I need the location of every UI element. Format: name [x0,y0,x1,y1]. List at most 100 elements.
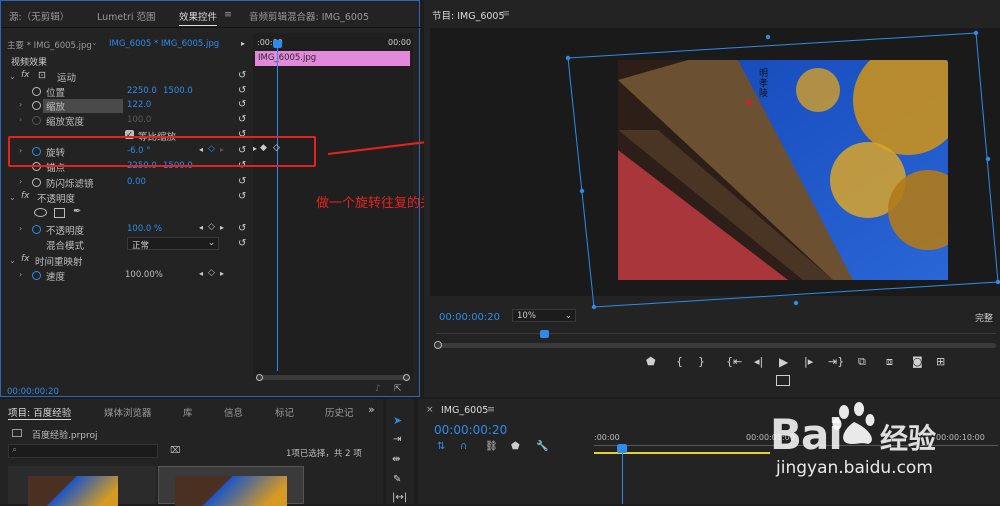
linked-selection-icon[interactable]: ⛓ [485,441,498,452]
play-icon[interactable]: ▸ [241,39,245,48]
fx-icon[interactable]: fx [21,191,30,201]
timeline-playhead[interactable] [617,444,627,453]
master-clip-label[interactable]: 主要 * IMG_6005.jpg [7,39,92,51]
tab-libraries[interactable]: 库 [183,405,193,419]
add-keyframe-icon[interactable]: ◇ [208,222,215,232]
playhead-line[interactable] [277,41,278,371]
scroll-handle-right[interactable] [403,374,410,381]
tab-markers[interactable]: 标记 [275,405,294,419]
overwrite-icon[interactable]: ⧈ [886,355,893,369]
expand-arrow-icon[interactable]: ⌄ [9,72,16,81]
speed-value[interactable]: 100.00% [125,270,163,280]
add-marker-icon[interactable]: ⬟ [646,355,656,368]
panel-menu-icon[interactable]: ≡ [224,9,232,20]
new-bin-icon[interactable]: ⌧ [170,446,180,456]
transform-icon[interactable]: ⊡ [38,70,46,81]
ellipse-mask-icon[interactable] [34,208,47,217]
razor-tool-icon[interactable]: ✎ [393,474,401,485]
pen-mask-icon[interactable]: ✒ [73,206,81,217]
step-forward-icon[interactable]: |▸ [804,355,813,368]
tab-audio-mixer[interactable]: 音频剪辑混合器: IMG_6005 [249,9,369,23]
expand-arrow-icon[interactable]: › [19,177,22,186]
close-tab-icon[interactable]: × [426,405,434,415]
program-scrollbar[interactable] [436,343,996,348]
scroll-handle-left[interactable] [434,341,442,349]
magnet-icon[interactable]: ∩ [460,441,467,452]
chevron-down-icon[interactable]: ⌄ [91,38,98,47]
snap-icon[interactable]: ⇅ [437,441,445,452]
prev-keyframe-icon[interactable]: ◂ [199,269,203,278]
ripple-edit-tool-icon[interactable]: ⇹ [392,454,400,465]
project-item-selected[interactable] [158,466,304,506]
project-item[interactable] [8,466,156,506]
stopwatch-icon[interactable] [32,271,41,280]
tab-project[interactable]: 项目: 百度经验 [8,405,72,420]
add-marker-icon[interactable]: ⬟ [511,441,520,452]
stopwatch-icon[interactable] [32,87,41,96]
tab-info[interactable]: 信息 [224,405,243,419]
program-timecode[interactable]: 00:00:00:20 [439,312,500,323]
tab-lumetri[interactable]: Lumetri 范围 [97,9,156,23]
export-icon[interactable]: ⇱ [394,384,402,394]
add-keyframe-icon[interactable]: ◇ [208,268,215,278]
panel-menu-icon[interactable]: ≡ [487,404,495,415]
scroll-handle-left[interactable] [256,374,263,381]
position-y[interactable]: 1500.0 [163,86,193,96]
program-ruler[interactable] [436,333,996,334]
prev-keyframe-icon[interactable]: ◂ [199,223,203,232]
tab-source[interactable]: 源:（无剪辑） [9,9,69,23]
rectangle-mask-icon[interactable] [54,208,65,218]
program-playhead[interactable] [540,330,549,338]
quality-select[interactable]: 完整 [975,311,993,324]
position-x[interactable]: 2250.0 [127,86,157,96]
opacity-value[interactable]: 100.0 % [127,224,162,234]
track-select-tool-icon[interactable]: ⇥ [393,434,401,445]
insert-icon[interactable]: ⧉ [858,355,866,369]
step-back-icon[interactable]: ◂| [754,355,763,368]
reset-icon[interactable]: ↺ [238,85,246,96]
scale-value[interactable]: 122.0 [127,100,151,110]
reset-icon[interactable]: ↺ [238,99,246,110]
expand-arrow-icon[interactable]: › [19,224,22,233]
play-icon[interactable]: ▶ [779,355,788,369]
wrench-icon[interactable]: 🔧 [536,441,548,452]
ec-timecode[interactable]: 00:00:00:20 [7,387,59,397]
program-title[interactable]: 节目: IMG_6005 [432,8,505,22]
clip-bar[interactable]: IMG_6005.jpg [255,51,410,66]
playhead-handle[interactable] [273,40,282,48]
tab-history[interactable]: 历史记 [325,405,354,419]
mark-out-icon[interactable]: } [698,355,705,368]
reset-icon[interactable]: ↺ [238,223,246,234]
timeline-timecode[interactable]: 00:00:00:20 [434,423,507,437]
stopwatch-icon[interactable] [32,225,41,234]
compare-view-icon[interactable] [776,375,790,386]
expand-arrow-icon[interactable]: ⌄ [9,256,16,265]
reset-icon[interactable]: ↺ [238,114,246,125]
search-input[interactable] [8,444,158,458]
go-to-in-icon[interactable]: {⇤ [726,355,742,368]
slip-tool-icon[interactable]: |↔| [392,492,407,503]
clip-label[interactable]: IMG_6005 * IMG_6005.jpg [109,39,219,49]
expand-arrow-icon[interactable]: › [19,270,22,279]
antiflicker-value[interactable]: 0.00 [127,177,146,187]
zoom-select[interactable]: 10% ⌄ [512,309,576,322]
expand-arrow-icon[interactable]: ⌄ [9,193,16,202]
camera-icon[interactable]: ◙ [912,355,923,368]
reset-icon[interactable]: ↺ [238,191,246,202]
reset-icon[interactable]: ↺ [238,70,246,81]
tab-sequence[interactable]: IMG_6005 [441,405,488,416]
tab-media-browser[interactable]: 媒体浏览器 [104,405,152,419]
stopwatch-icon[interactable] [32,101,41,110]
panel-menu-icon[interactable]: ≡ [502,8,510,19]
next-keyframe-icon[interactable]: ▸ [220,269,224,278]
button-editor-icon[interactable]: ⊞ [936,355,945,368]
more-tabs-icon[interactable]: » [368,403,375,416]
filter-icon[interactable]: ♪ [375,384,381,394]
selection-tool-icon[interactable]: ➤ [393,414,402,427]
mark-in-icon[interactable]: { [676,355,683,368]
reset-icon[interactable]: ↺ [238,176,246,187]
fx-icon[interactable]: fx [21,70,30,80]
timeline-playhead-line[interactable] [622,446,623,504]
tab-effect-controls[interactable]: 效果控件 [179,9,218,26]
stopwatch-icon[interactable] [32,178,41,187]
